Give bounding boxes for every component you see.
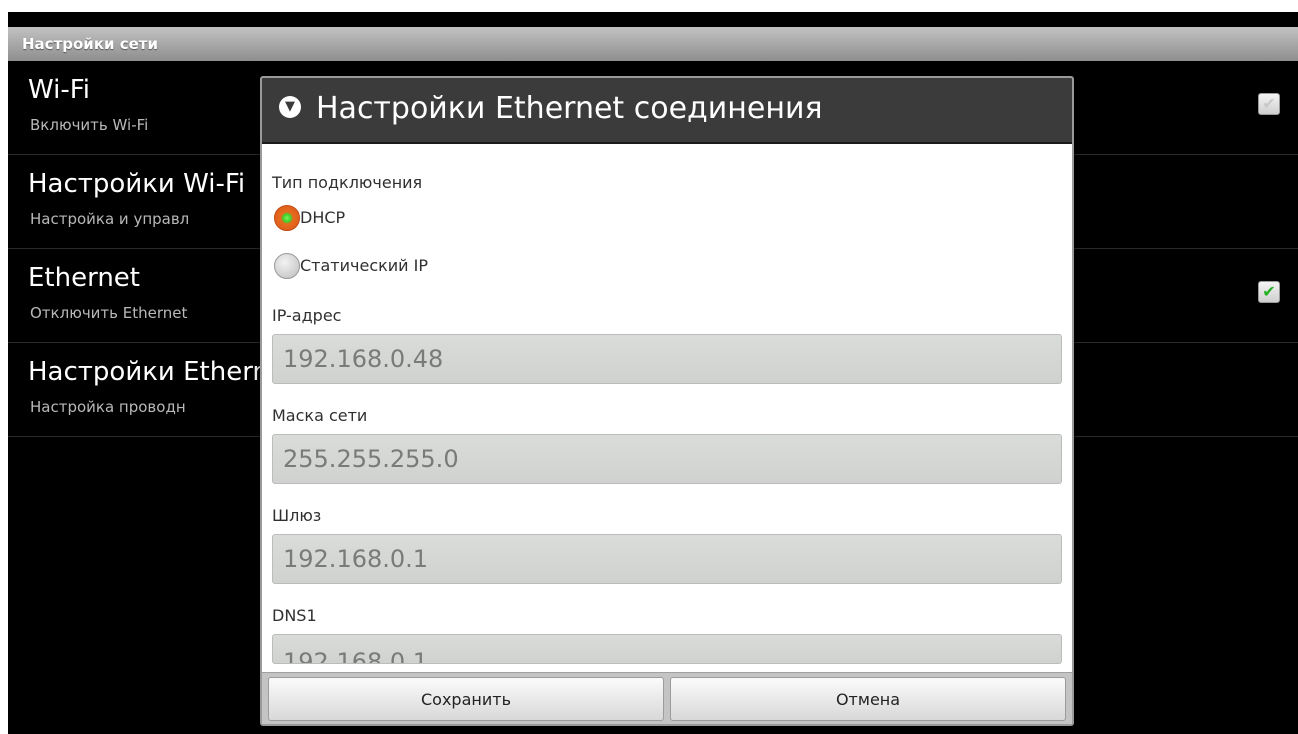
- dialog-header: ▼ Настройки Ethernet соединения: [262, 78, 1072, 144]
- ethernet-checkbox[interactable]: ✔: [1258, 281, 1280, 303]
- chevron-down-circle-icon: ▼: [279, 96, 301, 118]
- dialog-title: Настройки Ethernet соединения: [316, 91, 823, 126]
- pref-title: Настройки Wi-Fi: [28, 169, 246, 199]
- dns1-field[interactable]: 192.168.0.1: [272, 634, 1062, 664]
- ethernet-settings-dialog: ▼ Настройки Ethernet соединения Тип подк…: [260, 76, 1074, 726]
- pref-summary: Настройка проводн: [30, 398, 186, 416]
- gateway-field[interactable]: 192.168.0.1: [272, 534, 1062, 584]
- ip-address-label: IP-адрес: [272, 306, 342, 325]
- radio-label: Статический IP: [300, 256, 429, 275]
- ip-address-field[interactable]: 192.168.0.48: [272, 334, 1062, 384]
- pref-title: Ethernet: [28, 263, 140, 293]
- cancel-button[interactable]: Отмена: [670, 677, 1066, 721]
- pref-summary: Отключить Ethernet: [30, 304, 188, 322]
- save-button[interactable]: Сохранить: [268, 677, 664, 721]
- dialog-button-bar: Сохранить Отмена: [262, 672, 1072, 724]
- wifi-checkbox[interactable]: ✔: [1258, 93, 1280, 115]
- gateway-label: Шлюз: [272, 506, 322, 525]
- connection-type-label: Тип подключения: [272, 173, 423, 192]
- radio-button-selected[interactable]: [274, 205, 300, 231]
- android-screen: Настройки сети Wi-Fi Включить Wi-Fi ✔ На…: [8, 12, 1298, 734]
- radio-button[interactable]: [274, 253, 300, 279]
- radio-label: DHCP: [300, 208, 346, 227]
- pref-title: Настройки Ethernet: [28, 357, 296, 387]
- netmask-field[interactable]: 255.255.255.0: [272, 434, 1062, 484]
- pref-summary: Включить Wi-Fi: [30, 116, 149, 134]
- pref-title: Wi-Fi: [28, 75, 91, 105]
- pref-summary: Настройка и управл: [30, 210, 190, 228]
- dns1-label: DNS1: [272, 606, 317, 625]
- netmask-label: Маска сети: [272, 406, 368, 425]
- screen-title: Настройки сети: [8, 27, 1298, 61]
